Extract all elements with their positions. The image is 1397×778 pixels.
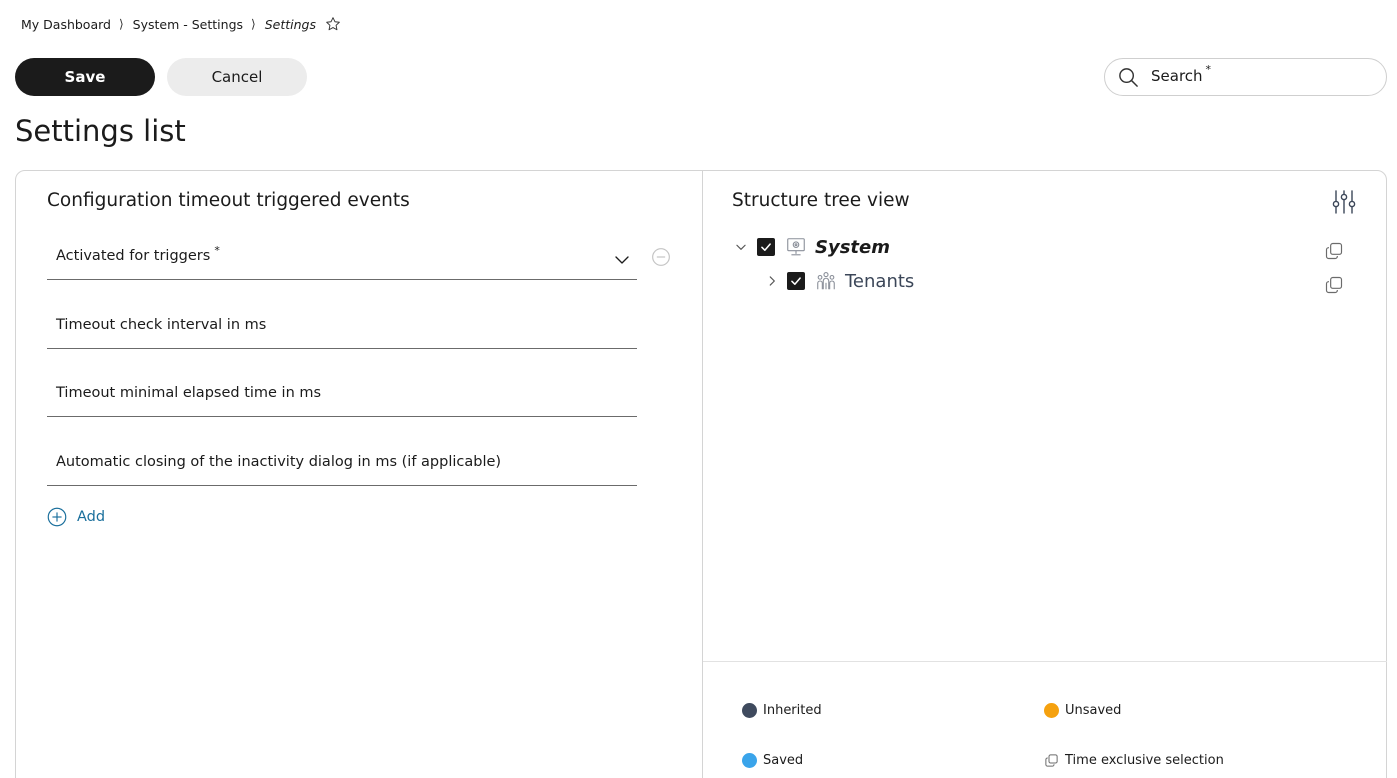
inherited-dot xyxy=(742,703,757,718)
config-section-title: Configuration timeout triggered events xyxy=(47,190,410,211)
breadcrumb-system-settings[interactable]: System - Settings xyxy=(133,17,243,32)
tree-section-title: Structure tree view xyxy=(732,190,910,211)
legend-label: Time exclusive selection xyxy=(1065,753,1224,768)
legend-inherited: Inherited xyxy=(742,703,822,718)
search-icon xyxy=(1119,67,1138,87)
checkmark-icon xyxy=(791,277,801,285)
filter-settings-icon[interactable] xyxy=(1332,189,1356,215)
legend-time-exclusive: Time exclusive selection xyxy=(1044,753,1224,768)
breadcrumb-separator: ⟩ xyxy=(251,17,256,31)
legend-divider xyxy=(703,661,1387,662)
copy-icon[interactable] xyxy=(1324,241,1344,261)
unsaved-dot xyxy=(1044,703,1059,718)
timeout-minimal-elapsed-field[interactable]: Timeout minimal elapsed time in ms xyxy=(47,377,637,417)
checkmark-icon xyxy=(761,243,771,251)
search-input[interactable]: Search * xyxy=(1104,58,1387,96)
tree-node-system[interactable]: System xyxy=(734,235,890,259)
panel-divider xyxy=(702,171,703,778)
required-mark: * xyxy=(1205,63,1212,76)
monitor-settings-icon xyxy=(787,238,805,256)
chevron-down-icon[interactable] xyxy=(613,251,631,269)
page-title: Settings list xyxy=(15,114,186,148)
field-label: Activated for triggers * xyxy=(56,244,220,264)
activated-for-triggers-dropdown[interactable]: Activated for triggers * xyxy=(47,240,637,280)
tree-node-label: System xyxy=(815,236,890,258)
tenants-checkbox[interactable] xyxy=(787,272,805,290)
tree-node-label: Tenants xyxy=(845,270,915,292)
breadcrumb: My Dashboard ⟩ System - Settings ⟩ Setti… xyxy=(21,15,341,33)
saved-dot xyxy=(742,753,757,768)
breadcrumb-current: Settings xyxy=(264,16,316,32)
search-label: Search * xyxy=(1151,63,1212,85)
save-button[interactable]: Save xyxy=(15,58,155,96)
field-label: Timeout minimal elapsed time in ms xyxy=(56,385,322,401)
inactivity-dialog-closing-field[interactable]: Automatic closing of the inactivity dial… xyxy=(47,446,637,486)
settings-panel: Configuration timeout triggered events A… xyxy=(15,170,1387,778)
star-icon[interactable] xyxy=(325,16,341,32)
legend-label: Saved xyxy=(763,753,804,768)
legend-label: Inherited xyxy=(763,703,822,718)
tree-node-tenants[interactable]: Tenants xyxy=(765,269,914,293)
field-label: Automatic closing of the inactivity dial… xyxy=(56,454,502,470)
legend-saved: Saved xyxy=(742,753,803,768)
breadcrumb-separator: ⟩ xyxy=(118,17,124,31)
system-checkbox[interactable] xyxy=(757,238,775,256)
copy-icon[interactable] xyxy=(1324,275,1344,295)
add-button[interactable]: Add xyxy=(47,507,105,527)
field-label: Timeout check interval in ms xyxy=(56,317,267,333)
legend-unsaved: Unsaved xyxy=(1044,703,1121,718)
add-label: Add xyxy=(77,509,106,525)
cancel-button[interactable]: Cancel xyxy=(167,58,307,96)
chevron-down-icon[interactable] xyxy=(734,240,748,254)
timeout-check-interval-field[interactable]: Timeout check interval in ms xyxy=(47,309,637,349)
copy-icon xyxy=(1045,754,1058,767)
breadcrumb-my-dashboard[interactable]: My Dashboard xyxy=(21,17,111,32)
required-mark: * xyxy=(214,244,220,257)
people-group-icon xyxy=(817,272,835,290)
chevron-right-icon[interactable] xyxy=(765,274,779,288)
remove-circle-icon[interactable] xyxy=(651,247,671,267)
legend-label: Unsaved xyxy=(1065,703,1122,718)
add-circle-icon xyxy=(47,507,67,527)
